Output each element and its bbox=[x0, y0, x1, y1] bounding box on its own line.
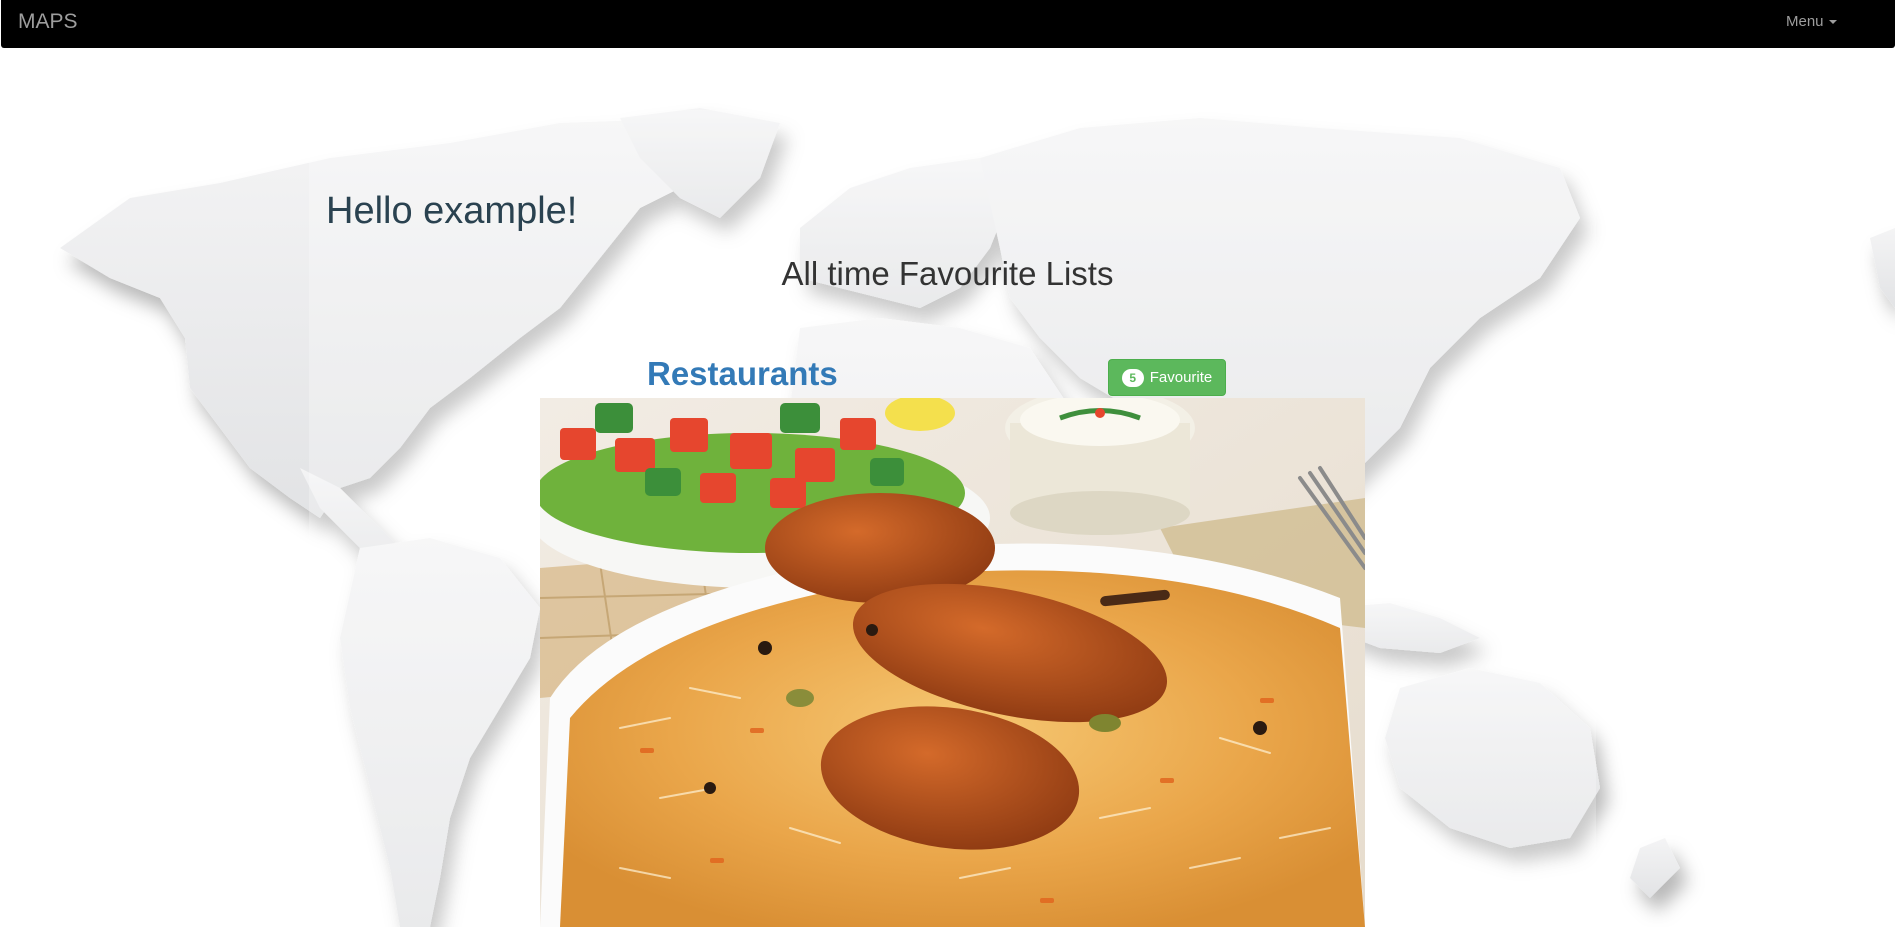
section-title: All time Favourite Lists bbox=[781, 255, 1114, 292]
restaurant-food-image[interactable] bbox=[540, 398, 1365, 927]
caret-down-icon bbox=[1828, 20, 1837, 25]
menu-dropdown-toggle[interactable]: Menu bbox=[1786, 13, 1837, 30]
favourite-button[interactable]: 5 Favourite bbox=[1108, 359, 1226, 396]
favourite-button-label: Favourite bbox=[1149, 369, 1213, 386]
menu-label: Menu bbox=[1786, 13, 1824, 30]
brand-link[interactable]: MAPS bbox=[18, 10, 78, 34]
new-zealand-shape bbox=[1630, 838, 1680, 898]
greeting-heading: Hello example! bbox=[326, 190, 578, 232]
list-title-restaurants[interactable]: Restaurants bbox=[647, 355, 838, 393]
favourite-count-badge: 5 bbox=[1121, 368, 1144, 387]
top-navbar: MAPS Menu bbox=[1, 0, 1895, 48]
